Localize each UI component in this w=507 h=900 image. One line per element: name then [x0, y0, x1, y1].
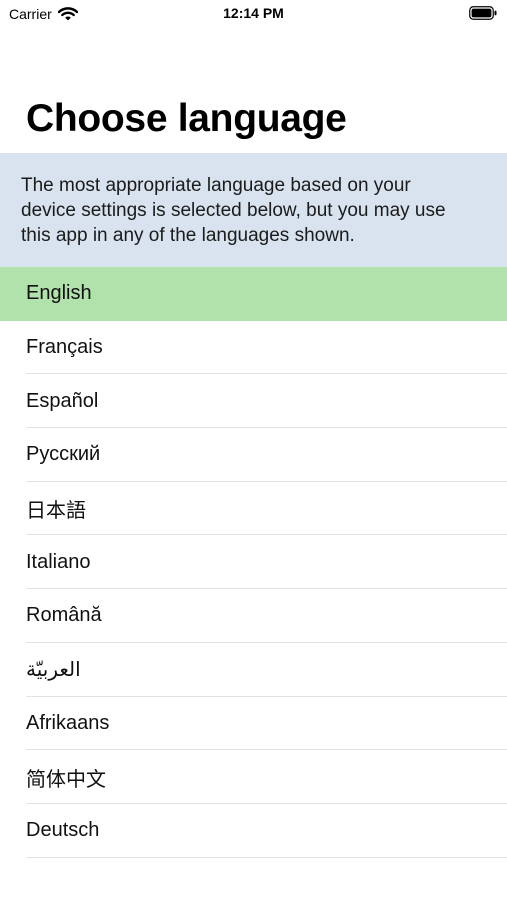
language-item-german[interactable]: Deutsch [0, 804, 507, 858]
language-label: Afrikaans [26, 711, 110, 734]
info-text: The most appropriate language based on y… [21, 175, 446, 246]
language-label: العربيّة [26, 659, 81, 682]
status-time: 12:14 PM [223, 5, 284, 21]
info-banner: The most appropriate language based on y… [0, 153, 507, 267]
language-item-italian[interactable]: Italiano [0, 535, 507, 589]
language-list: English Français Español Русский 日本語 Ita… [0, 267, 507, 858]
page-title: Choose language [26, 97, 347, 140]
language-item-simplified-chinese[interactable]: 简体中文 [0, 750, 507, 804]
battery-icon [469, 6, 497, 20]
language-item-japanese[interactable]: 日本語 [0, 482, 507, 536]
language-item-romanian[interactable]: Română [0, 589, 507, 643]
language-item-russian[interactable]: Русский [0, 428, 507, 482]
language-item-afrikaans[interactable]: Afrikaans [0, 697, 507, 751]
language-label: English [26, 282, 92, 305]
language-label: Русский [26, 443, 101, 466]
language-label: Română [26, 604, 102, 627]
language-item-spanish[interactable]: Español [0, 374, 507, 428]
language-label: 简体中文 [26, 768, 106, 791]
language-item-english[interactable]: English [0, 267, 507, 321]
language-item-french[interactable]: Français [0, 321, 507, 375]
language-label: Español [26, 389, 99, 412]
language-label: Deutsch [26, 819, 100, 842]
status-bar: Carrier 12:14 PM [0, 0, 507, 30]
language-item-arabic[interactable]: العربيّة [0, 643, 507, 697]
language-label: 日本語 [26, 500, 86, 523]
language-label: Italiano [26, 550, 91, 573]
language-label: Français [26, 336, 103, 359]
